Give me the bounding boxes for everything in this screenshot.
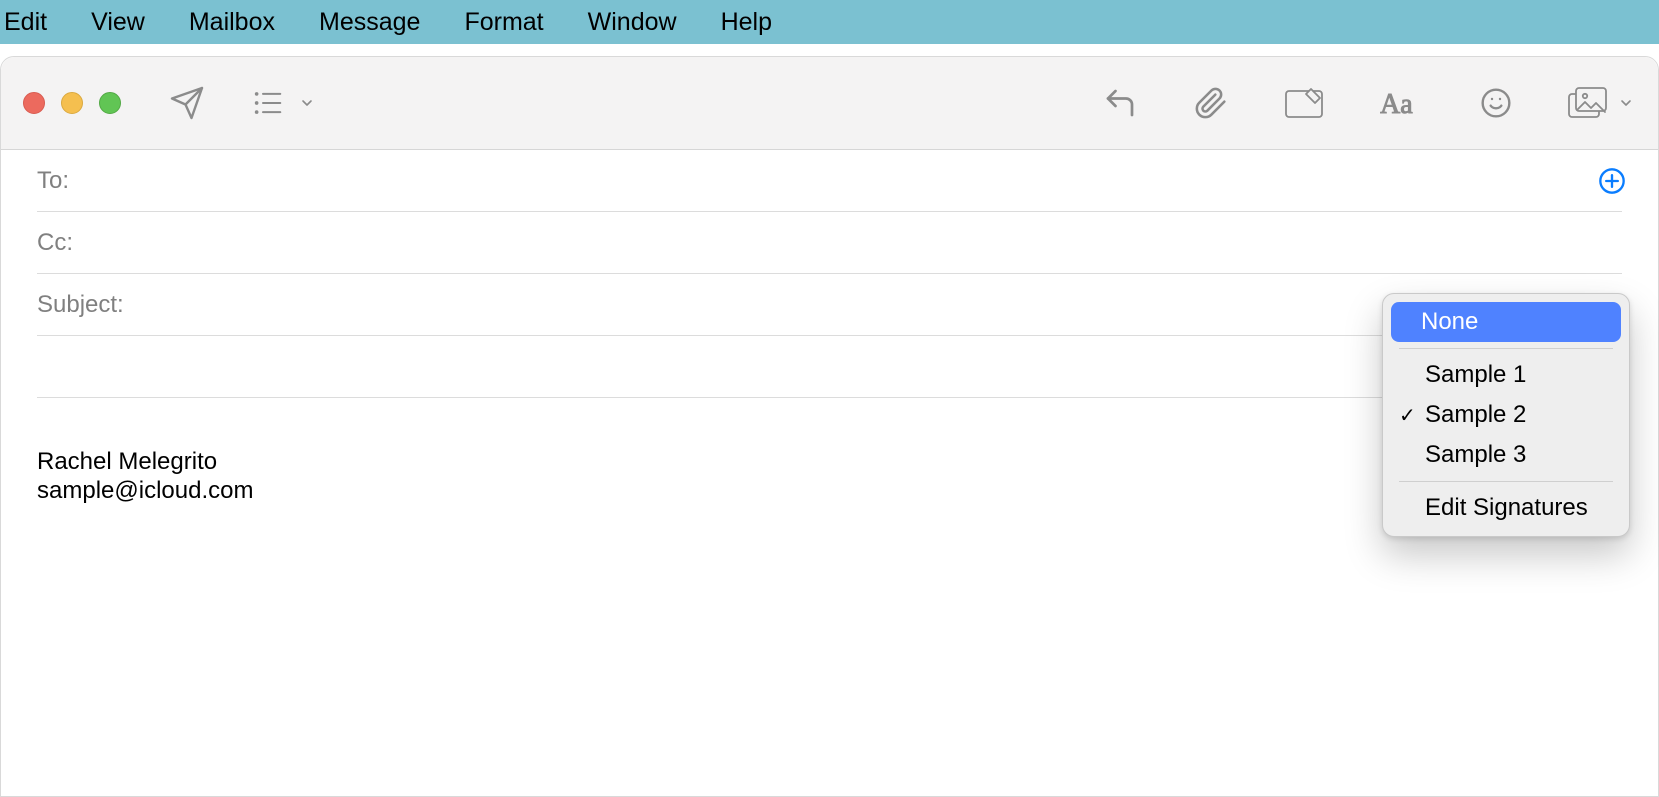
emoji-icon — [1480, 87, 1512, 119]
menu-view[interactable]: View — [69, 0, 167, 44]
emoji-button[interactable] — [1480, 87, 1512, 119]
format-button[interactable]: Aa — [1380, 88, 1424, 118]
markup-icon — [1284, 87, 1324, 119]
reply-button[interactable] — [1102, 85, 1138, 121]
menu-message[interactable]: Message — [297, 0, 442, 44]
menu-window[interactable]: Window — [566, 0, 699, 44]
paperclip-icon — [1194, 86, 1228, 120]
svg-text:Aa: Aa — [1380, 89, 1413, 118]
attach-button[interactable] — [1194, 86, 1228, 120]
reply-arrow-icon — [1102, 85, 1138, 121]
photos-icon — [1568, 87, 1610, 119]
chevron-down-icon — [1618, 95, 1634, 111]
window-zoom-button[interactable] — [99, 92, 121, 114]
window-titlebar: Aa — [1, 57, 1658, 150]
signature-option-sample-2[interactable]: ✓ Sample 2 — [1391, 395, 1621, 435]
to-field-row: To: — [37, 150, 1622, 212]
photo-browser-button[interactable] — [1568, 87, 1634, 119]
checkmark-icon: ✓ — [1399, 403, 1416, 428]
subject-label: Subject: — [37, 291, 124, 319]
menu-divider — [1399, 348, 1613, 349]
window-controls — [23, 92, 121, 114]
plus-circle-icon — [1598, 167, 1626, 195]
menu-mailbox[interactable]: Mailbox — [167, 0, 297, 44]
system-menubar: Edit View Mailbox Message Format Window … — [0, 0, 1659, 44]
list-bullet-icon — [253, 88, 293, 118]
header-options-button[interactable] — [253, 88, 315, 118]
signature-option-none[interactable]: None — [1391, 302, 1621, 342]
menu-edit[interactable]: Edit — [0, 0, 69, 44]
signature-option-label: Sample 3 — [1425, 441, 1526, 469]
edit-signatures-option[interactable]: Edit Signatures — [1391, 488, 1621, 528]
to-label: To: — [37, 167, 69, 195]
signature-option-sample-3[interactable]: Sample 3 — [1391, 435, 1621, 475]
menu-divider — [1399, 481, 1613, 482]
paper-plane-icon — [169, 85, 205, 121]
signature-option-label: Sample 1 — [1425, 361, 1526, 389]
cc-input[interactable] — [83, 229, 1622, 257]
signature-option-label: Edit Signatures — [1425, 494, 1588, 522]
compose-window: Aa To: — [0, 56, 1659, 797]
window-minimize-button[interactable] — [61, 92, 83, 114]
menu-format[interactable]: Format — [442, 0, 565, 44]
to-input[interactable] — [79, 167, 1622, 195]
markup-button[interactable] — [1284, 87, 1324, 119]
signature-option-label: Sample 2 — [1425, 401, 1526, 429]
window-close-button[interactable] — [23, 92, 45, 114]
add-recipient-button[interactable] — [1598, 167, 1626, 195]
chevron-down-icon — [299, 95, 315, 111]
signature-option-label: None — [1421, 308, 1478, 336]
menu-help[interactable]: Help — [699, 0, 794, 44]
signature-option-sample-1[interactable]: Sample 1 — [1391, 355, 1621, 395]
signature-popup-menu[interactable]: None Sample 1 ✓ Sample 2 Sample 3 Edit S… — [1382, 293, 1630, 537]
cc-label: Cc: — [37, 229, 73, 257]
send-button[interactable] — [169, 85, 205, 121]
cc-field-row: Cc: — [37, 212, 1622, 274]
text-format-icon: Aa — [1380, 88, 1424, 118]
